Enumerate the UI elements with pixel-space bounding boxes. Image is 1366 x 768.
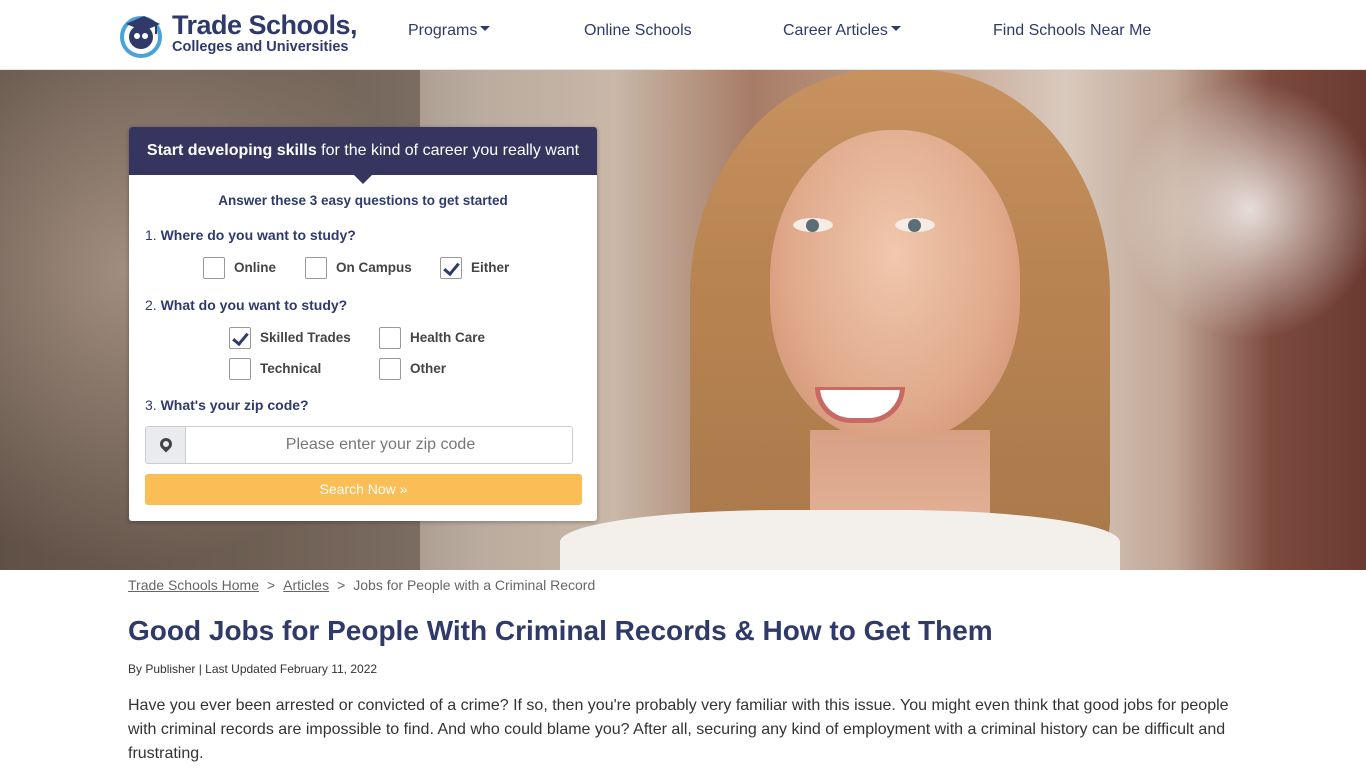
breadcrumb-articles-link[interactable]: Articles: [283, 577, 329, 593]
search-now-button[interactable]: Search Now »: [145, 474, 582, 505]
checkbox-health-care[interactable]: [379, 327, 401, 349]
hero-photo-shirt: [560, 510, 1120, 570]
question-1-label: 1. Where do you want to study?: [145, 227, 356, 243]
option-technical-label: Technical: [260, 361, 322, 376]
option-either-label: Either: [471, 260, 510, 275]
form-header-text: for the kind of career you really want: [316, 142, 580, 159]
option-on-campus[interactable]: On Campus: [305, 257, 415, 279]
nav-programs[interactable]: Programs: [408, 22, 491, 40]
nav-find-schools-near-me[interactable]: Find Schools Near Me: [993, 22, 1151, 40]
nav-career-articles[interactable]: Career Articles: [783, 22, 901, 40]
question-2-label: 2. What do you want to study?: [145, 297, 347, 313]
checkbox-online[interactable]: [203, 257, 225, 279]
nav-career-articles-label: Career Articles: [783, 22, 888, 39]
location-pin-icon: [146, 427, 186, 463]
map-marker-icon: [157, 435, 175, 453]
checkbox-technical[interactable]: [229, 358, 251, 380]
hero-photo-eye: [793, 218, 833, 232]
question-3-number: 3.: [145, 397, 161, 413]
option-other[interactable]: Other: [379, 358, 469, 380]
question-2-text: What do you want to study?: [160, 297, 348, 313]
option-online[interactable]: Online: [203, 257, 283, 279]
option-either[interactable]: Either: [440, 257, 520, 279]
question-3-text: What's your zip code?: [160, 397, 309, 413]
checkbox-on-campus[interactable]: [305, 257, 327, 279]
logo-title: Trade Schools,: [172, 10, 358, 40]
breadcrumb-separator: >: [337, 577, 346, 593]
graduate-mascot-icon: [120, 16, 162, 58]
option-health-care-label: Health Care: [410, 330, 486, 345]
breadcrumb-home-link[interactable]: Trade Schools Home: [128, 577, 259, 593]
article-title: Good Jobs for People With Criminal Recor…: [128, 615, 993, 646]
option-technical[interactable]: Technical: [229, 358, 339, 380]
logo-subtitle: Colleges and Universities: [172, 39, 349, 55]
zip-code-input[interactable]: [187, 427, 572, 463]
option-online-label: Online: [234, 260, 277, 275]
chevron-down-icon: [890, 26, 901, 32]
option-health-care[interactable]: Health Care: [379, 327, 499, 349]
chevron-down-icon: [480, 26, 491, 32]
school-finder-form: Start developing skills for the kind of …: [129, 127, 597, 521]
form-header-notch: [354, 175, 372, 184]
question-2-number: 2.: [145, 297, 161, 313]
option-skilled-trades-label: Skilled Trades: [260, 330, 351, 345]
form-header-bold: Start developing skills: [146, 142, 317, 159]
hero-background-light: [1120, 80, 1366, 340]
option-on-campus-label: On Campus: [336, 260, 412, 275]
site-header: Trade Schools, Colleges and Universities…: [0, 0, 1366, 70]
zip-code-group: [145, 426, 573, 464]
breadcrumb-current: Jobs for People with a Criminal Record: [353, 577, 596, 593]
nav-online-schools[interactable]: Online Schools: [584, 22, 692, 40]
checkbox-either[interactable]: [440, 257, 462, 279]
checkbox-other[interactable]: [379, 358, 401, 380]
question-3-label: 3. What's your zip code?: [145, 397, 309, 413]
form-subtitle: Answer these 3 easy questions to get sta…: [218, 193, 508, 208]
site-logo[interactable]: Trade Schools, Colleges and Universities: [118, 10, 358, 60]
breadcrumb: Trade Schools Home > Articles > Jobs for Peo…: [128, 577, 595, 593]
breadcrumb-separator: >: [266, 577, 276, 593]
article-meta: By Publisher | Last Updated February 11,…: [128, 662, 378, 676]
form-header: Start developing skills for the kind of …: [129, 127, 597, 175]
article-intro-paragraph: Have you ever been arrested or convicted…: [128, 697, 1229, 762]
question-1-number: 1.: [145, 227, 161, 243]
hero-photo-eye: [895, 218, 935, 232]
option-skilled-trades[interactable]: Skilled Trades: [229, 327, 359, 349]
question-1-text: Where do you want to study?: [160, 227, 356, 243]
checkbox-skilled-trades[interactable]: [229, 327, 251, 349]
nav-programs-label: Programs: [408, 22, 478, 39]
option-other-label: Other: [410, 361, 447, 376]
